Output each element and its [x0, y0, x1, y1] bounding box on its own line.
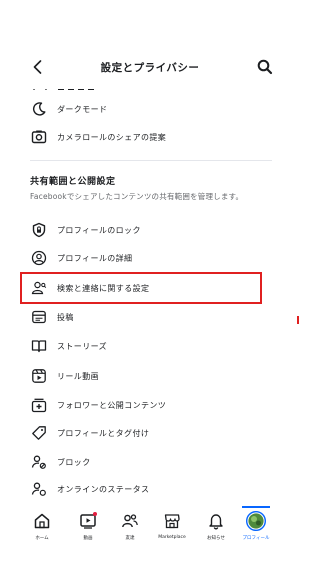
posts-row[interactable]: 投稿 — [30, 305, 280, 329]
profile-avatar-icon — [246, 510, 266, 532]
profile-lock-row[interactable]: プロフィールのロック — [30, 218, 280, 242]
video-notification-dot — [93, 512, 97, 516]
online-status-icon — [30, 480, 48, 498]
tab-video-label: 動画 — [83, 536, 93, 541]
moon-icon — [30, 100, 48, 118]
scrolled-off-row — [32, 82, 132, 90]
section-divider — [30, 160, 272, 161]
friends-icon — [120, 510, 140, 532]
edge-mark — [297, 316, 299, 324]
video-icon — [78, 510, 98, 532]
followers-icon — [30, 396, 48, 414]
dark-mode-row[interactable]: ダークモード — [30, 97, 280, 121]
followers-label: フォロワーと公開コンテンツ — [57, 400, 167, 410]
followers-row[interactable]: フォロワーと公開コンテンツ — [30, 393, 280, 417]
page-title: 設定とプライバシー — [100, 62, 200, 74]
camera-roll-icon — [30, 128, 48, 146]
highlight-box — [20, 272, 262, 304]
active-tab-indicator — [242, 506, 270, 508]
tab-friends[interactable]: 友達 — [110, 510, 150, 555]
header: 設定とプライバシー — [0, 52, 300, 82]
profile-details-icon — [30, 249, 48, 267]
posts-label: 投稿 — [57, 312, 74, 322]
profile-details-row[interactable]: プロフィールの詳細 — [30, 246, 280, 270]
tab-profile-label: プロフィール — [242, 536, 270, 541]
stories-label: ストーリーズ — [57, 341, 107, 351]
bell-icon — [206, 510, 226, 532]
profile-lock-label: プロフィールのロック — [57, 225, 141, 235]
block-label: ブロック — [57, 457, 91, 467]
stories-row[interactable]: ストーリーズ — [30, 334, 280, 358]
dark-mode-label: ダークモード — [57, 104, 108, 114]
section-title: 共有範囲と公開設定 — [30, 177, 116, 187]
tab-friends-label: 友達 — [125, 536, 135, 541]
section-description: Facebookでシェアしたコンテンツの共有範囲を管理します。 — [30, 192, 244, 201]
reels-icon — [30, 367, 48, 385]
tag-icon — [30, 424, 48, 442]
profile-tagging-row[interactable]: プロフィールとタグ付け — [30, 421, 280, 445]
posts-icon — [30, 308, 48, 326]
tab-video[interactable]: 動画 — [68, 510, 108, 555]
tab-marketplace[interactable]: Marketplace — [152, 510, 192, 555]
profile-details-label: プロフィールの詳細 — [57, 253, 133, 263]
reels-label: リール動画 — [57, 371, 99, 381]
online-status-row[interactable]: オンラインのステータス — [30, 477, 280, 501]
home-icon — [32, 510, 52, 532]
search-button[interactable] — [256, 58, 274, 76]
tab-profile[interactable]: プロフィール — [236, 506, 276, 555]
tab-home-label: ホーム — [35, 536, 49, 541]
stories-icon — [30, 337, 48, 355]
profile-tagging-label: プロフィールとタグ付け — [57, 428, 150, 438]
online-status-label: オンラインのステータス — [57, 484, 150, 494]
camera-roll-sharing-row[interactable]: カメラロールのシェアの提案 — [30, 125, 280, 149]
camera-roll-sharing-label: カメラロールのシェアの提案 — [57, 132, 167, 142]
search-icon — [257, 59, 273, 75]
tab-home[interactable]: ホーム — [22, 510, 62, 555]
tab-marketplace-label: Marketplace — [158, 535, 186, 540]
bottom-tab-bar: ホーム 動画 友達 Marketplace お知らせ プロフィール — [0, 506, 300, 555]
marketplace-icon — [162, 510, 182, 532]
reels-row[interactable]: リール動画 — [30, 364, 280, 388]
tab-notifications[interactable]: お知らせ — [196, 510, 236, 555]
tab-notifications-label: お知らせ — [207, 536, 225, 541]
block-icon — [30, 453, 48, 471]
block-row[interactable]: ブロック — [30, 450, 280, 474]
profile-lock-icon — [30, 221, 48, 239]
